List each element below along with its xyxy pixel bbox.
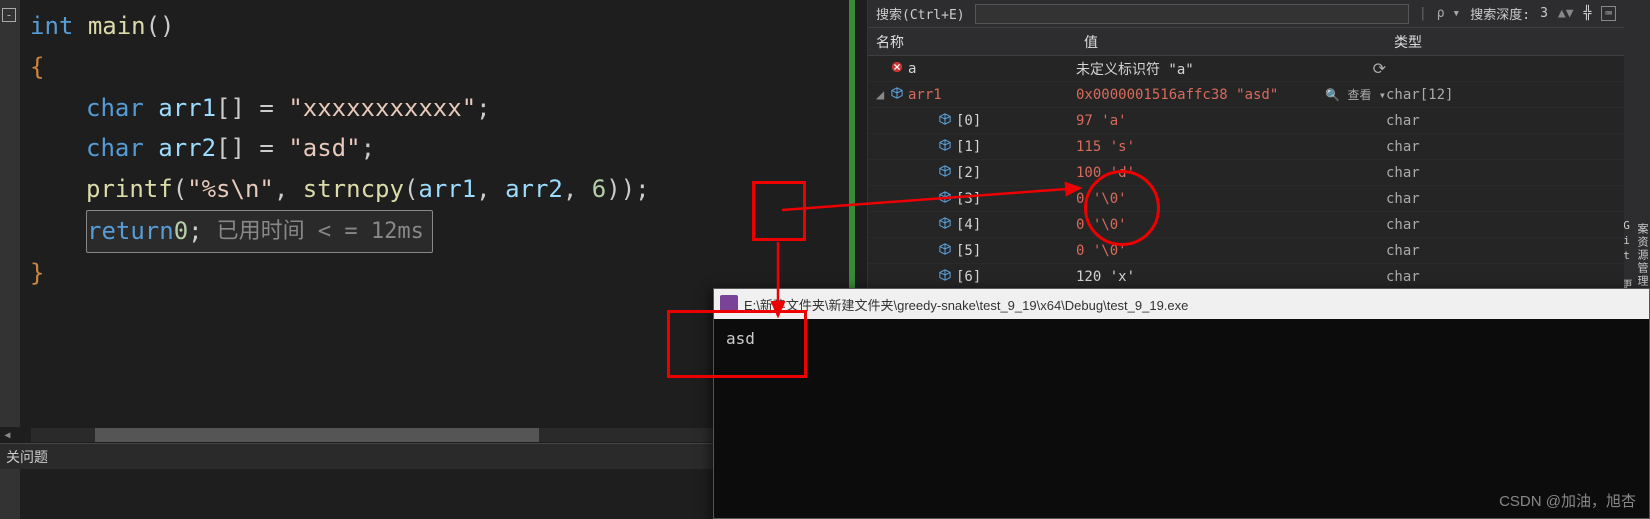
console-window[interactable]: E:\新建文件夹\新建文件夹\greedy-snake\test_9_19\x6… xyxy=(713,288,1650,519)
problems-label[interactable]: 关问题 xyxy=(0,447,48,467)
watch-rows: a 未定义标识符 "a" ⟳ ◢ arr1 0x0000001516affc38 "asd… xyxy=(868,56,1624,316)
variable-icon xyxy=(938,191,952,207)
search-input[interactable] xyxy=(975,4,1409,24)
var-name: [0] xyxy=(956,113,981,129)
watch-row[interactable]: [3] 0 '\0' char xyxy=(868,186,1624,212)
hdr-name[interactable]: 名称 xyxy=(868,32,1076,52)
watch-row[interactable]: [6] 120 'x' char xyxy=(868,264,1624,290)
func-name: main xyxy=(88,12,146,40)
variable-icon xyxy=(890,87,904,103)
error-icon xyxy=(890,61,904,77)
refresh-icon[interactable]: ⟳ xyxy=(1373,59,1386,78)
var-type: char xyxy=(1386,243,1624,259)
var-type: char xyxy=(1386,191,1624,207)
watch-row[interactable]: a 未定义标识符 "a" ⟳ xyxy=(868,56,1624,82)
var-name: [4] xyxy=(956,217,981,233)
watch-row[interactable]: [5] 0 '\0' char xyxy=(868,238,1624,264)
add-icon[interactable]: ╬ xyxy=(1584,6,1592,21)
var-name: [5] xyxy=(956,243,981,259)
var-value: 未定义标识符 "a" xyxy=(1076,59,1194,79)
elapsed-hint: 已用时间 < = 12ms xyxy=(217,213,424,250)
expand-icon[interactable]: ◢ xyxy=(874,87,886,103)
depth-label: 搜索深度: xyxy=(1470,4,1530,23)
brace: { xyxy=(30,53,44,81)
var-type: char xyxy=(1386,139,1624,155)
variable-icon xyxy=(938,269,952,285)
console-title-text: E:\新建文件夹\新建文件夹\greedy-snake\test_9_19\x6… xyxy=(744,295,1188,314)
watch-row[interactable]: [0] 97 'a' char xyxy=(868,108,1624,134)
scroll-thumb[interactable] xyxy=(95,428,538,442)
var-name: [3] xyxy=(956,191,981,207)
console-output: asd xyxy=(714,319,1649,358)
watch-row[interactable]: [1] 115 's' char xyxy=(868,134,1624,160)
view-button[interactable]: 🔍 查看 ▾ xyxy=(1325,86,1386,103)
variable-icon xyxy=(938,217,952,233)
var-name: [2] xyxy=(956,165,981,181)
var-value: 0 '\0' xyxy=(1076,191,1127,207)
var-value: 100 'd' xyxy=(1076,165,1135,181)
var-value: 0x0000001516affc38 "asd" xyxy=(1076,87,1278,103)
watch-row[interactable]: [4] 0 '\0' char xyxy=(868,212,1624,238)
var-type: char xyxy=(1386,113,1624,129)
watch-toolbar: 搜索(Ctrl+E) | ρ ▾ 搜索深度: 3 ▲▼ ╬ ⌨ xyxy=(868,0,1624,28)
fold-minus-icon[interactable]: - xyxy=(2,8,16,22)
change-marker xyxy=(849,0,855,300)
variable-icon xyxy=(938,243,952,259)
depth-value: 3 xyxy=(1540,6,1548,21)
search-hint: 搜索(Ctrl+E) xyxy=(876,4,965,23)
var-name: a xyxy=(908,61,916,77)
hdr-type[interactable]: 类型 xyxy=(1386,32,1624,52)
watch-header: 名称 值 类型 xyxy=(868,28,1624,56)
watch-row[interactable]: ◢ arr1 0x0000001516affc38 "asd" 🔍 查看 ▾char[… xyxy=(868,82,1624,108)
scroll-left-icon[interactable]: ◀ xyxy=(0,430,15,441)
variable-icon xyxy=(938,139,952,155)
search-options-icon[interactable]: ρ ▾ xyxy=(1437,6,1460,21)
hdr-value[interactable]: 值 xyxy=(1076,32,1386,52)
variable-icon xyxy=(938,165,952,181)
var-name: [6] xyxy=(956,269,981,285)
code-lines: int main() { char arr1[] = "xxxxxxxxxxx"… xyxy=(0,0,867,294)
var-value: 0 '\0' xyxy=(1076,243,1127,259)
current-line: return 0; 已用时间 < = 12ms xyxy=(86,210,433,253)
var-type: char xyxy=(1386,165,1624,181)
var-type: char xyxy=(1386,269,1624,285)
var-value: 97 'a' xyxy=(1076,113,1127,129)
var-name: arr1 xyxy=(908,87,942,103)
var-type: char[12] xyxy=(1386,87,1624,103)
watermark: CSDN @加油，旭杏 xyxy=(1499,490,1636,511)
console-titlebar[interactable]: E:\新建文件夹\新建文件夹\greedy-snake\test_9_19\x6… xyxy=(714,289,1649,319)
keyword: int xyxy=(30,12,73,40)
variable-icon xyxy=(938,113,952,129)
watch-row[interactable]: [2] 100 'd' char xyxy=(868,160,1624,186)
var-type: char xyxy=(1386,217,1624,233)
app-icon xyxy=(720,295,738,313)
var-value: 120 'x' xyxy=(1076,269,1135,285)
paren: () xyxy=(146,12,175,40)
var-name: [1] xyxy=(956,139,981,155)
var-value: 115 's' xyxy=(1076,139,1135,155)
var-value: 0 '\0' xyxy=(1076,217,1127,233)
hex-icon[interactable]: ⌨ xyxy=(1601,6,1616,21)
